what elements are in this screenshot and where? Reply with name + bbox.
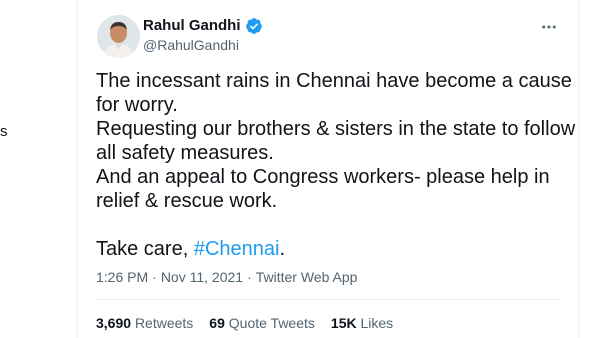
verified-badge-icon bbox=[245, 17, 263, 35]
closing-text: Take care, bbox=[96, 238, 194, 260]
hashtag-link[interactable]: #Chennai bbox=[194, 238, 280, 260]
quote-tweets-label: Quote Tweets bbox=[228, 315, 315, 331]
more-options-button[interactable] bbox=[536, 14, 562, 40]
tweet-card: Rahul Gandhi @RahulGandhi The incessant … bbox=[77, 0, 579, 338]
quote-tweets-count: 69 bbox=[209, 315, 225, 331]
tweet-text: The incessant rains in Chennai have beco… bbox=[96, 69, 576, 261]
left-column: s bbox=[0, 0, 77, 338]
author-handle[interactable]: @RahulGandhi bbox=[143, 36, 239, 54]
retweets-label: Retweets bbox=[134, 315, 194, 331]
tweet-closing-line: Take care, #Chennai. bbox=[96, 237, 566, 261]
likes-stat[interactable]: 15K Likes bbox=[331, 314, 393, 332]
meta-separator: · bbox=[152, 269, 157, 285]
tweet-text-line: The incessant rains in Chennai have beco… bbox=[96, 70, 572, 92]
likes-count: 15K bbox=[330, 315, 357, 331]
tweet-time-link[interactable]: 1:26 PM bbox=[96, 268, 148, 286]
tweet-text-line: all safety measures. bbox=[96, 142, 274, 164]
tweet-text-line: And an appeal to Congress workers- pleas… bbox=[96, 166, 550, 188]
retweets-stat[interactable]: 3,690 Retweets bbox=[96, 314, 193, 332]
avatar[interactable] bbox=[97, 15, 140, 58]
retweets-count: 3,690 bbox=[96, 315, 132, 331]
closing-suffix: . bbox=[279, 238, 286, 260]
quote-tweets-stat[interactable]: 69 Quote Tweets bbox=[209, 314, 315, 332]
divider bbox=[94, 299, 562, 300]
author-name-row: Rahul Gandhi bbox=[143, 16, 263, 36]
tweet-date-link[interactable]: Nov 11, 2021 bbox=[161, 268, 243, 286]
tweet-text-line: Requesting our brothers & sisters in the… bbox=[96, 118, 576, 140]
meta-separator: · bbox=[247, 269, 252, 285]
more-dots-icon bbox=[542, 25, 556, 29]
tweet-stats: 3,690 Retweets 69 Quote Tweets 15K Likes bbox=[96, 314, 393, 332]
tweet-meta: 1:26 PM · Nov 11, 2021 · Twitter Web App bbox=[96, 268, 357, 286]
left-column-text: s bbox=[0, 123, 8, 140]
user-avatar-icon bbox=[97, 15, 140, 58]
likes-label: Likes bbox=[360, 315, 394, 331]
author-name[interactable]: Rahul Gandhi bbox=[143, 16, 241, 36]
tweet-source-link[interactable]: Twitter Web App bbox=[256, 268, 358, 286]
page: s Rahul Gandhi @RahulGandhi The incessan… bbox=[0, 0, 600, 338]
tweet-text-line: relief & rescue work. bbox=[96, 190, 278, 212]
tweet-text-line: for worry. bbox=[96, 94, 178, 116]
